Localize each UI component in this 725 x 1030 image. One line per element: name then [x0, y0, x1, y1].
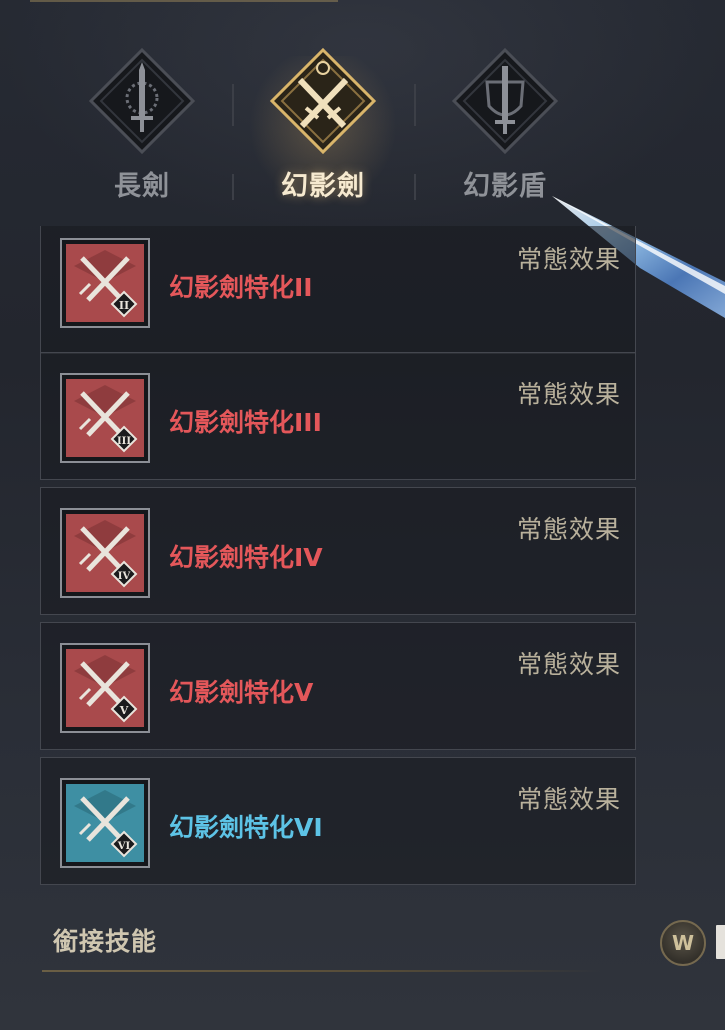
skill-icon-frame: III [60, 373, 150, 463]
skill-status: 常態效果 [516, 380, 621, 409]
tab-phantom-shield[interactable]: 幻影盾 [415, 36, 595, 216]
tab-phantom-sword[interactable]: 幻影劍 [233, 36, 413, 216]
top-divider-line [30, 0, 338, 2]
numeral-badge: VI [117, 841, 131, 852]
skill-icon-frame: VI [60, 778, 150, 868]
crossed-swords-emblem-icon [269, 47, 377, 155]
tab-label-longsword: 長劍 [114, 171, 170, 202]
skill-row[interactable]: VI 幻影劍特化VI 常態效果 [40, 757, 636, 885]
skill-status: 常態效果 [516, 515, 621, 544]
skill-name: 幻影劍特化III [169, 408, 322, 437]
section-divider [42, 970, 602, 972]
skill-icon-frame: II [60, 238, 150, 328]
crossed-swords-skill-icon: II [66, 244, 144, 322]
numeral-badge: II [119, 299, 129, 312]
numeral-badge: III [117, 436, 131, 447]
skill-name: 幻影劍特化IV [169, 543, 323, 572]
skill-status: 常態效果 [516, 245, 621, 274]
tab-longsword[interactable]: 長劍 [52, 36, 232, 216]
weapon-tabs: 長劍 幻影劍 幻影盾 [52, 36, 592, 216]
crossed-swords-skill-icon: IV [66, 514, 144, 592]
crossed-swords-skill-icon: VI [66, 784, 144, 862]
skill-row[interactable]: V 幻影劍特化V 常態效果 [40, 622, 636, 750]
numeral-badge: IV [118, 571, 131, 582]
numeral-badge: V [119, 704, 129, 717]
skill-icon-frame: IV [60, 508, 150, 598]
skill-row[interactable]: III 幻影劍特化III 常態效果 [40, 352, 636, 480]
skill-row[interactable]: IV 幻影劍特化IV 常態效果 [40, 487, 636, 615]
crossed-swords-skill-icon: III [66, 379, 144, 457]
skill-name: 幻影劍特化V [169, 678, 314, 707]
skill-row[interactable]: II 幻影劍特化II 常態效果 [40, 226, 636, 354]
clipped-edge-text [716, 925, 725, 959]
tab-label-phantom-sword: 幻影劍 [281, 171, 365, 202]
skill-name: 幻影劍特化VI [169, 813, 323, 842]
skill-icon-frame: V [60, 643, 150, 733]
currency-coin-icon[interactable]: W [660, 920, 706, 966]
skill-status: 常態效果 [516, 650, 621, 679]
skill-name: 幻影劍特化II [169, 273, 313, 302]
skill-status: 常態效果 [516, 785, 621, 814]
longsword-emblem-icon [88, 47, 196, 155]
crossed-swords-skill-icon: V [66, 649, 144, 727]
linked-skills-heading: 銜接技能 [53, 927, 158, 956]
shield-sword-emblem-icon [451, 47, 559, 155]
